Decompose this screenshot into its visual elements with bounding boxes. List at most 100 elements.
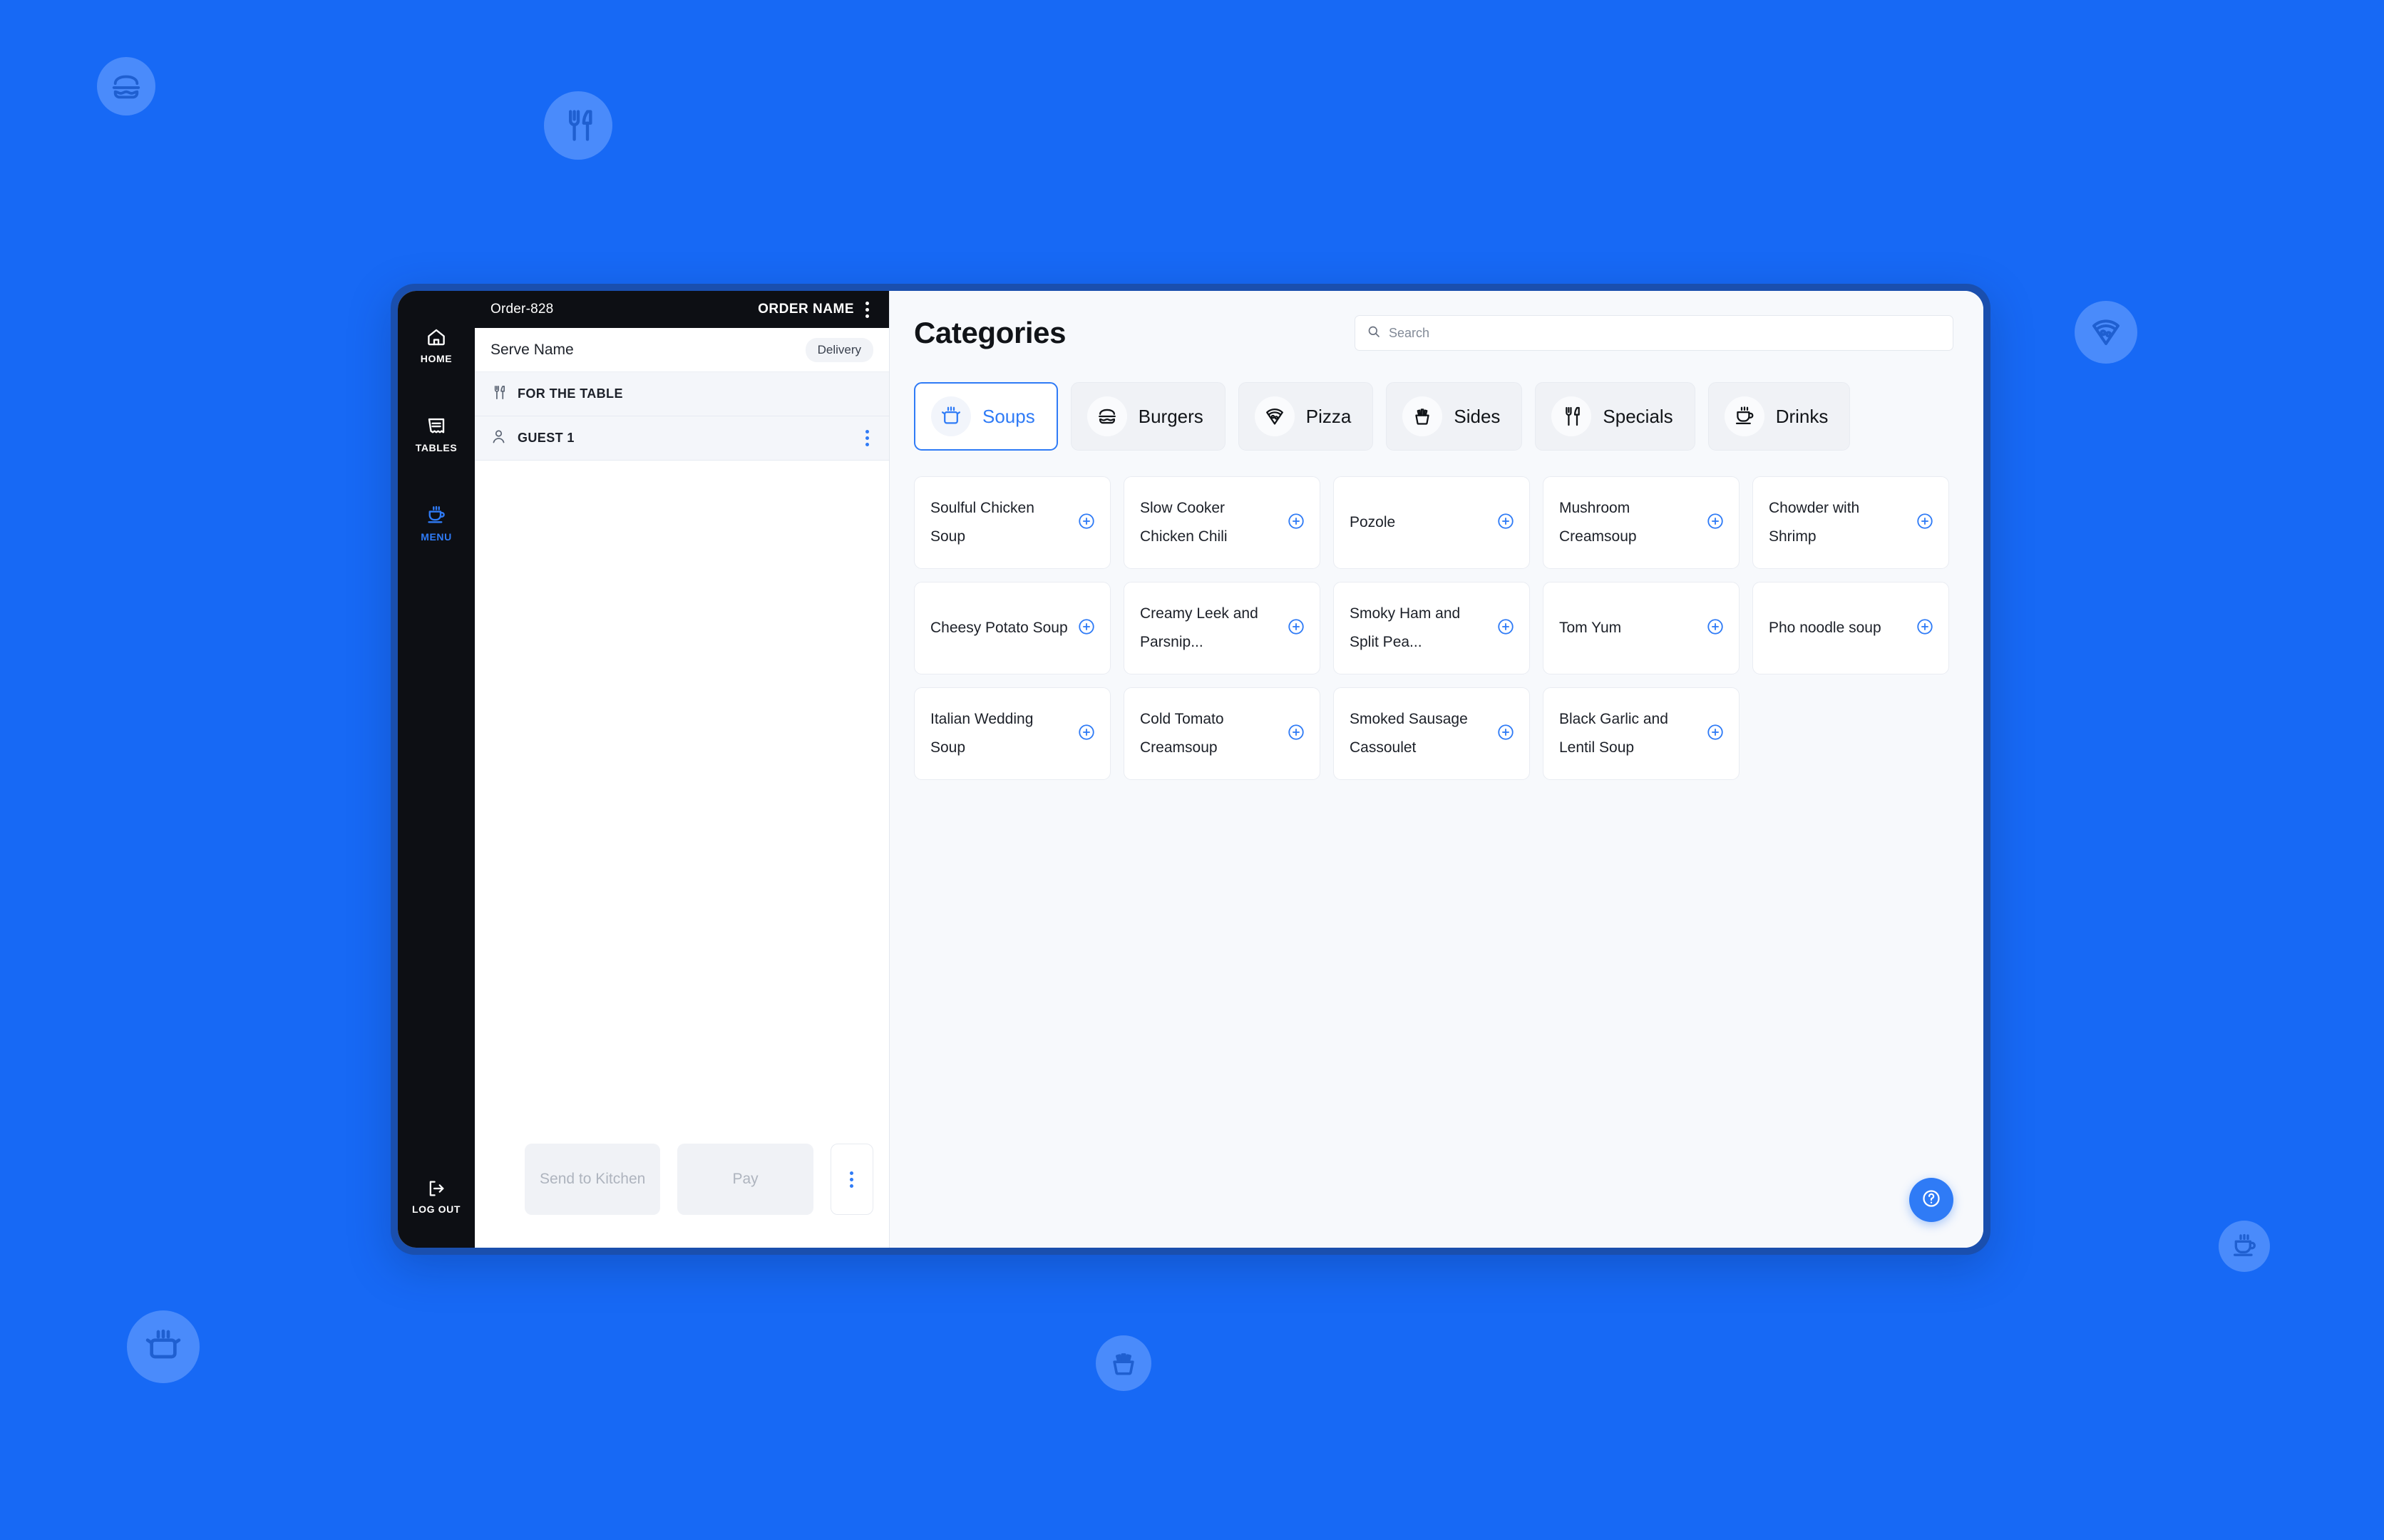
tab-soups-label: Soups [982,405,1035,427]
order-header: Order-828 ORDER NAME [475,291,889,328]
menu-item-card[interactable]: Slow Cooker Chicken Chili [1124,476,1320,569]
menu-item-card[interactable]: Cheesy Potato Soup [914,582,1111,674]
sidebar-item-tables[interactable]: TABLES [398,403,475,466]
order-header-kebab-icon[interactable] [861,297,873,322]
menu-item-name: Pozole [1350,514,1396,531]
send-to-kitchen-button[interactable]: Send to Kitchen [525,1144,661,1215]
order-group-guest-1[interactable]: GUEST 1 [475,416,889,461]
help-button[interactable] [1909,1178,1953,1222]
menu-item-card[interactable]: Pho noodle soup [1752,582,1949,674]
receipt-icon [426,416,447,437]
serve-name-value: Serve Name [490,341,574,358]
tab-sides[interactable]: Sides [1386,382,1523,451]
bg-pizza-icon [2075,301,2137,364]
category-tabs: Soups Burgers Pizza Sides Specials Drink… [914,382,1953,451]
add-item-icon[interactable] [1706,617,1725,640]
pay-button[interactable]: Pay [677,1144,813,1215]
menu-item-card[interactable]: Pozole [1333,476,1530,569]
menu-item-name: Cold Tomato Creamsoup [1140,711,1224,756]
tab-pizza[interactable]: Pizza [1238,382,1374,451]
order-more-button[interactable] [830,1144,873,1215]
menu-item-card[interactable]: Mushroom Creamsoup [1543,476,1740,569]
order-group-label: GUEST 1 [518,431,575,445]
menu-item-name: Creamy Leek and Parsnip... [1140,605,1258,650]
tab-drinks-label: Drinks [1775,405,1829,427]
menu-item-name: Smoked Sausage Cassoulet [1350,711,1468,756]
menu-item-name: Mushroom Creamsoup [1559,500,1637,545]
guest-row-kebab-icon[interactable] [861,426,873,451]
order-items-area [475,461,889,1144]
pizza-icon [1254,396,1295,436]
bg-cup-icon [2219,1221,2270,1272]
menu-item-card[interactable]: Black Garlic and Lentil Soup [1543,687,1740,780]
add-item-icon[interactable] [1077,512,1096,534]
tab-specials-label: Specials [1603,405,1673,427]
add-item-icon[interactable] [1287,617,1305,640]
search-icon [1367,324,1381,342]
page-title: Categories [914,316,1067,349]
search-input[interactable]: Search [1355,315,1953,351]
add-item-icon[interactable] [1077,617,1096,640]
sidebar-item-menu-label: MENU [421,531,452,543]
add-item-icon[interactable] [1287,512,1305,534]
sidebar-item-logout-label: LOG OUT [412,1203,461,1215]
bg-burger-icon [97,57,155,115]
add-item-icon[interactable] [1496,617,1515,640]
sidebar-item-menu[interactable]: MENU [398,492,475,555]
menu-item-name: Cheesy Potato Soup [930,620,1068,637]
app-window: HOME TABLES MENU LOG OUT Order-828 ORDER… [398,291,1983,1248]
order-group-for-the-table[interactable]: FOR THE TABLE [475,372,889,416]
bg-fork-knife-icon [544,91,612,160]
menu-item-card[interactable]: Italian Wedding Soup [914,687,1111,780]
search-placeholder: Search [1389,325,1430,340]
add-item-icon[interactable] [1916,512,1934,534]
serve-name-row[interactable]: Serve Name Delivery [475,328,889,372]
add-item-icon[interactable] [1916,617,1934,640]
sidebar-item-home[interactable]: HOME [398,314,475,377]
menu-item-name: Chowder with Shrimp [1769,500,1860,545]
bg-fries-icon [1096,1335,1151,1391]
tab-specials[interactable]: Specials [1535,382,1695,451]
delivery-chip[interactable]: Delivery [805,337,873,362]
tab-burgers-label: Burgers [1138,405,1203,427]
menu-item-name: Soulful Chicken Soup [930,500,1034,545]
add-item-icon[interactable] [1496,512,1515,534]
add-item-icon[interactable] [1706,512,1725,534]
home-icon [426,327,447,348]
bg-pot-icon [127,1310,200,1383]
main-header: Categories Search [914,315,1953,351]
menu-item-card[interactable]: Chowder with Shrimp [1752,476,1949,569]
add-item-icon[interactable] [1496,723,1515,745]
app-window-frame: HOME TABLES MENU LOG OUT Order-828 ORDER… [391,284,1990,1255]
order-actions: Send to Kitchen Pay [475,1144,889,1248]
menu-item-name: Tom Yum [1559,620,1622,637]
sidebar-item-tables-label: TABLES [415,442,458,453]
menu-item-card[interactable]: Creamy Leek and Parsnip... [1124,582,1320,674]
menu-item-name: Smoky Ham and Split Pea... [1350,605,1461,650]
cup-icon [426,505,447,526]
burger-icon [1086,396,1127,436]
tab-soups[interactable]: Soups [914,382,1058,451]
menu-item-card[interactable]: Smoked Sausage Cassoulet [1333,687,1530,780]
menu-item-card[interactable]: Smoky Ham and Split Pea... [1333,582,1530,674]
order-name-label: ORDER NAME [758,302,854,317]
sidebar-item-home-label: HOME [420,353,453,364]
menu-item-card[interactable]: Cold Tomato Creamsoup [1124,687,1320,780]
add-item-icon[interactable] [1706,723,1725,745]
menu-item-name: Pho noodle soup [1769,620,1881,637]
menu-item-name: Italian Wedding Soup [930,711,1034,756]
menu-item-card[interactable]: Soulful Chicken Soup [914,476,1111,569]
add-item-icon[interactable] [1077,723,1096,745]
add-item-icon[interactable] [1287,723,1305,745]
sidebar-rail: HOME TABLES MENU LOG OUT [398,291,475,1248]
menu-item-card[interactable]: Tom Yum [1543,582,1740,674]
kebab-icon [846,1167,858,1192]
person-icon [490,428,507,448]
logout-icon [426,1179,446,1198]
help-icon [1921,1188,1942,1213]
tab-drinks[interactable]: Drinks [1707,382,1851,451]
menu-item-name: Slow Cooker Chicken Chili [1140,500,1228,545]
tab-burgers[interactable]: Burgers [1070,382,1226,451]
order-panel: Order-828 ORDER NAME Serve Name Delivery… [475,291,890,1248]
sidebar-item-logout[interactable]: LOG OUT [398,1166,475,1228]
